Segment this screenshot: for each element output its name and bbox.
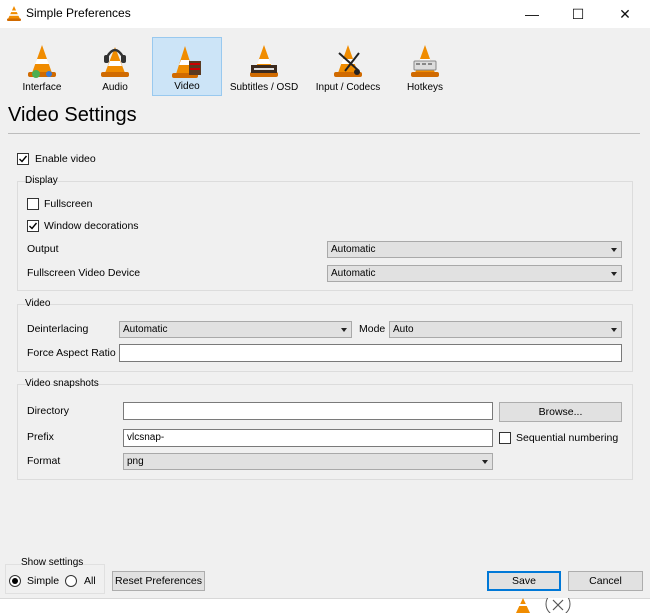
chevron-down-icon: [611, 272, 617, 276]
format-select-value: png: [127, 456, 144, 467]
deinterlacing-select[interactable]: Automatic: [119, 321, 352, 338]
vlc-logo-icon: [7, 6, 21, 21]
prefix-label: Prefix: [27, 431, 54, 443]
audio-headphones-cone-icon: [101, 47, 129, 77]
tab-subtitles-osd[interactable]: Subtitles / OSD: [229, 37, 299, 96]
aspect-ratio-label: Force Aspect Ratio: [27, 347, 116, 359]
tab-hotkeys[interactable]: Hotkeys: [390, 37, 460, 96]
all-radio[interactable]: [65, 575, 77, 587]
window-decorations-label: Window decorations: [44, 220, 139, 232]
chevron-down-icon: [482, 460, 488, 464]
save-button[interactable]: Save: [487, 571, 561, 591]
chevron-down-icon: [341, 328, 347, 332]
aspect-ratio-input[interactable]: [119, 344, 622, 362]
simple-radio[interactable]: [9, 575, 21, 587]
checkmark-icon: [29, 222, 38, 230]
tab-subtitles-label: Subtitles / OSD: [229, 82, 299, 93]
fullscreen-label: Fullscreen: [44, 198, 93, 210]
fullscreen-device-select-value: Automatic: [331, 268, 376, 279]
enable-video-label: Enable video: [35, 153, 96, 165]
tab-video[interactable]: Video: [152, 37, 222, 96]
reset-preferences-button[interactable]: Reset Preferences: [112, 571, 205, 591]
fullscreen-device-label: Fullscreen Video Device: [27, 267, 141, 279]
tab-video-label: Video: [174, 81, 200, 92]
directory-input[interactable]: [123, 402, 493, 420]
heading-divider: [8, 133, 640, 134]
video-group-title: Video: [25, 298, 51, 309]
close-button[interactable]: ✕: [602, 0, 648, 28]
sequential-numbering-label: Sequential numbering: [516, 432, 619, 444]
tab-interface[interactable]: Interface: [7, 37, 77, 96]
tab-input-codecs[interactable]: Input / Codecs: [313, 37, 383, 96]
hotkeys-cone-icon: [411, 45, 439, 77]
checkmark-icon: [19, 155, 28, 163]
page-title: Video Settings: [8, 104, 137, 126]
vlc-cone-partial-icon: [516, 598, 530, 613]
show-settings-title: Show settings: [21, 557, 84, 568]
window-decorations-checkbox[interactable]: [27, 220, 39, 232]
interface-cone-icon: [28, 45, 56, 78]
fullscreen-checkbox[interactable]: [27, 198, 39, 210]
browse-button[interactable]: Browse...: [499, 402, 622, 422]
codecs-cone-icon: [334, 45, 362, 77]
tab-interface-label: Interface: [22, 82, 62, 93]
format-label: Format: [27, 455, 61, 467]
deinterlacing-select-value: Automatic: [123, 324, 168, 335]
enable-video-checkbox[interactable]: [17, 153, 29, 165]
deinterlacing-label: Deinterlacing: [27, 323, 89, 335]
tab-hotkeys-label: Hotkeys: [406, 82, 444, 93]
tab-input-codecs-label: Input / Codecs: [315, 82, 381, 93]
close-circle-partial-icon: [545, 598, 571, 613]
mode-label: Mode: [359, 323, 386, 335]
video-cone-icon: [172, 46, 201, 78]
subtitles-cone-icon: [250, 45, 278, 77]
output-label: Output: [27, 243, 59, 255]
prefix-input[interactable]: vlcsnap-: [123, 429, 493, 447]
minimize-button[interactable]: —: [509, 0, 555, 28]
mode-select-value: Auto: [393, 324, 414, 335]
output-select[interactable]: Automatic: [327, 241, 622, 258]
directory-label: Directory: [27, 405, 70, 417]
fullscreen-device-select[interactable]: Automatic: [327, 265, 622, 282]
tab-audio-label: Audio: [102, 82, 128, 93]
cancel-button[interactable]: Cancel: [568, 571, 643, 591]
simple-radio-label: Simple: [27, 575, 60, 587]
window-title: Simple Preferences: [26, 6, 131, 20]
chevron-down-icon: [611, 328, 617, 332]
sequential-numbering-checkbox[interactable]: [499, 432, 511, 444]
maximize-button[interactable]: ☐: [555, 0, 601, 28]
chevron-down-icon: [611, 248, 617, 252]
display-group-title: Display: [25, 175, 58, 186]
mode-select[interactable]: Auto: [389, 321, 622, 338]
tab-audio[interactable]: Audio: [80, 37, 150, 96]
snapshots-group-title: Video snapshots: [25, 378, 99, 389]
output-select-value: Automatic: [331, 244, 376, 255]
all-radio-label: All: [84, 575, 96, 587]
format-select[interactable]: png: [123, 453, 493, 470]
